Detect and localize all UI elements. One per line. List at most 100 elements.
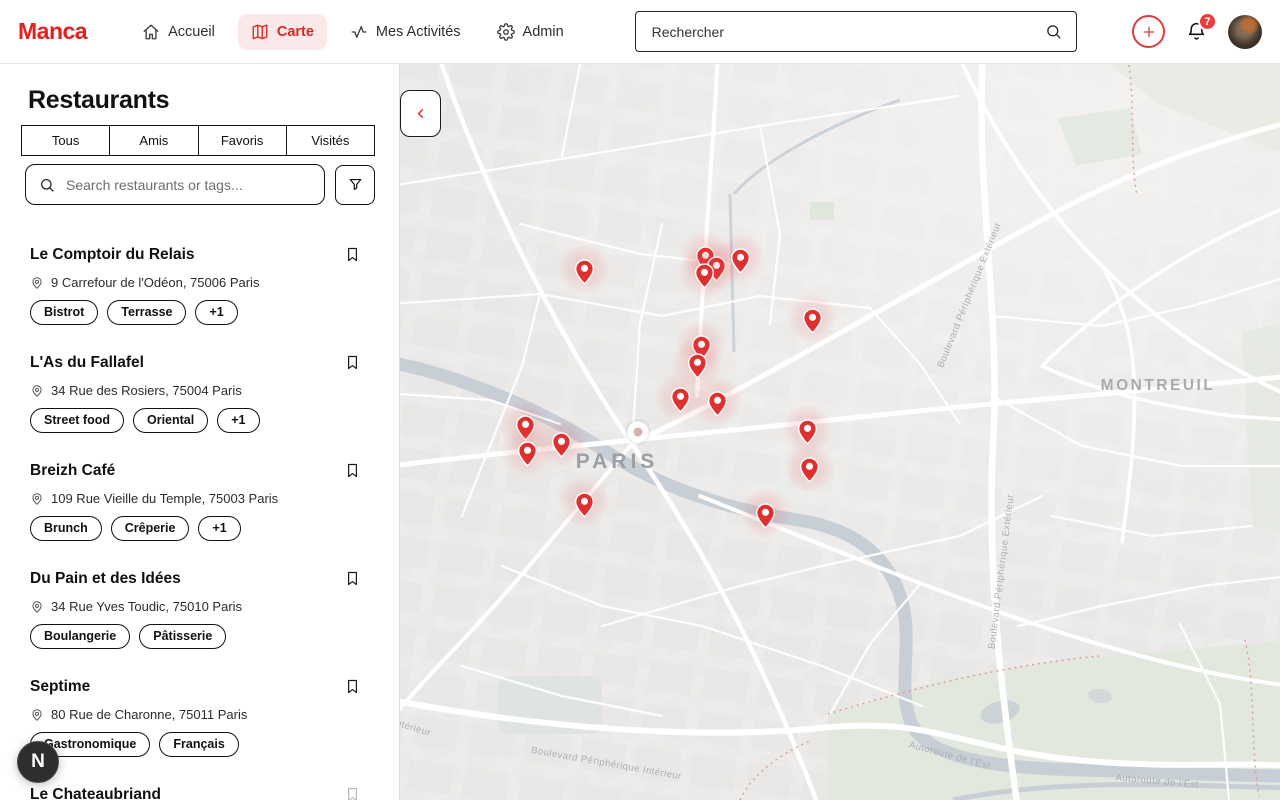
global-search-input[interactable] [650,23,1045,41]
tag-pill[interactable]: Pâtisserie [139,624,226,649]
restaurant-list-item[interactable]: Septime 80 Rue de Charonne, 75011 Paris … [30,677,375,758]
tag-pill[interactable]: Terrasse [107,300,186,325]
bookmark-button[interactable] [344,785,361,800]
bookmark-icon [344,785,361,800]
tag-pill[interactable]: Oriental [133,408,208,433]
location-pin-icon [30,384,44,398]
restaurant-list-item[interactable]: Le Comptoir du Relais 9 Carrefour de l'O… [30,245,375,326]
restaurant-address: 9 Carrefour de l'Odéon, 75006 Paris [30,274,375,291]
tag-pill[interactable]: Bistrot [30,300,98,325]
global-search[interactable] [635,11,1077,52]
restaurant-map-pin[interactable] [670,387,691,413]
nav-item-accueil[interactable]: Accueil [129,14,228,50]
user-avatar[interactable] [1228,15,1262,49]
sidebar-collapse-button[interactable] [400,90,441,137]
restaurant-map-pin[interactable] [802,308,823,334]
restaurant-address-text: 9 Carrefour de l'Odéon, 75006 Paris [51,275,259,290]
sidebar-search-row [25,164,375,205]
header-actions: 7 [1132,15,1280,49]
bookmark-button[interactable] [344,677,361,696]
map-pin-icon [670,387,691,413]
map-pin-icon [707,391,728,417]
map-pin-icon [687,353,708,379]
map-pin-icon [515,415,536,441]
tag-pill[interactable]: Boulangerie [30,624,130,649]
restaurant-address-text: 34 Rue des Rosiers, 75004 Paris [51,383,242,398]
restaurant-map-pin[interactable] [707,391,728,417]
nav-label: Carte [277,24,314,40]
tab-tous[interactable]: Tous [21,125,110,156]
filter-button[interactable] [335,165,375,205]
map-pin-icon [551,432,572,458]
brand-logo[interactable]: Manca [18,18,87,45]
restaurant-map-pin[interactable] [687,353,708,379]
nav-item-admin[interactable]: Admin [484,14,577,50]
bookmark-button[interactable] [344,569,361,588]
tag-pill[interactable]: Brunch [30,516,102,541]
main-content: Restaurants Tous Amis Favoris Visités Le… [0,64,1280,800]
restaurant-name: Du Pain et des Idées [30,569,181,589]
restaurant-search-input[interactable] [64,176,311,194]
restaurant-map-pin[interactable] [755,503,776,529]
map-pin-icon [730,248,751,274]
restaurant-map-pin[interactable] [797,419,818,445]
map-pin-icon [799,457,820,483]
restaurant-list-item[interactable]: Le Chateaubriand [30,785,375,800]
restaurant-map-pin[interactable] [694,263,715,289]
restaurant-map-pin[interactable] [730,248,751,274]
restaurant-map-pin[interactable] [515,415,536,441]
bookmark-button[interactable] [344,245,361,264]
restaurant-list-item[interactable]: Du Pain et des Idées 34 Rue Yves Toudic,… [30,569,375,650]
filter-funnel-icon [347,176,364,193]
restaurant-map-pin[interactable] [517,441,538,467]
bookmark-icon [344,461,361,480]
bookmark-icon [344,353,361,372]
tag-row: Boulangerie Pâtisserie [30,624,375,649]
restaurant-list-item[interactable]: L'As du Fallafel 34 Rue des Rosiers, 750… [30,353,375,434]
bookmark-button[interactable] [344,461,361,480]
tag-pill[interactable]: +1 [198,516,240,541]
restaurant-map-pin[interactable] [551,432,572,458]
activity-icon [350,23,368,41]
tab-visites[interactable]: Visités [286,125,375,156]
marker-layer [400,64,1280,800]
plus-icon [1141,24,1157,40]
restaurant-list-item[interactable]: Breizh Café 109 Rue Vieille du Temple, 7… [30,461,375,542]
map-pin-icon [797,419,818,445]
map-pin-icon [802,308,823,334]
bookmark-icon [344,245,361,264]
notifications-button[interactable]: 7 [1186,21,1207,42]
tag-pill[interactable]: +1 [217,408,259,433]
map-pin-icon [574,259,595,285]
nextjs-dev-badge[interactable]: N [17,741,59,783]
restaurant-address: 109 Rue Vieille du Temple, 75003 Paris [30,490,375,507]
nav-item-mes-activites[interactable]: Mes Activités [337,14,474,50]
nav-item-carte[interactable]: Carte [238,14,327,50]
map-pin-icon [755,503,776,529]
tag-pill[interactable]: Français [159,732,238,757]
location-pin-icon [30,276,44,290]
tag-row: Street food Oriental +1 [30,408,375,433]
restaurant-search[interactable] [25,164,325,205]
add-button[interactable] [1132,15,1165,48]
restaurant-map-pin[interactable] [799,457,820,483]
bookmark-icon [344,569,361,588]
tab-amis[interactable]: Amis [109,125,198,156]
tag-pill[interactable]: Street food [30,408,124,433]
restaurant-map-pin[interactable] [574,259,595,285]
tag-pill[interactable]: Crêperie [111,516,190,541]
restaurant-name: Breizh Café [30,461,115,481]
bookmark-button[interactable] [344,353,361,372]
page-title: Restaurants [28,86,375,115]
map-icon [251,23,269,41]
home-icon [142,23,160,41]
notification-badge: 7 [1198,12,1217,31]
search-icon [1045,23,1062,40]
map-pin-icon [694,263,715,289]
map-pin-icon [574,492,595,518]
map-canvas[interactable]: Boulevard Périphérique Extérieur Bouleva… [400,64,1280,800]
tab-favoris[interactable]: Favoris [198,125,287,156]
location-pin-icon [30,492,44,506]
tag-pill[interactable]: +1 [195,300,237,325]
restaurant-map-pin[interactable] [574,492,595,518]
